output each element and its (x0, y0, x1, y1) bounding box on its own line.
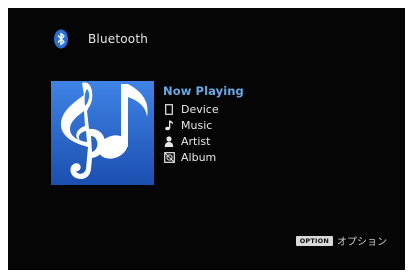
music-label: Music (181, 118, 213, 132)
device-icon (163, 103, 175, 115)
info-row-music: Music (163, 117, 244, 133)
option-hint: OPTION オプション (295, 233, 387, 248)
source-label: Bluetooth (88, 32, 149, 46)
music-note-icon (163, 119, 175, 131)
bluetooth-icon (54, 29, 68, 49)
now-playing-title: Now Playing (163, 84, 244, 98)
info-row-album: Album (163, 149, 244, 165)
now-playing-screen: Bluetooth Now Playing Device Music Artis… (8, 8, 405, 270)
album-icon (163, 151, 175, 163)
info-row-artist: Artist (163, 133, 244, 149)
device-label: Device (181, 102, 219, 116)
now-playing-panel: Now Playing Device Music Artist Album (163, 84, 244, 165)
info-row-device: Device (163, 101, 244, 117)
option-text: オプション (337, 237, 387, 248)
option-button[interactable]: OPTION (295, 235, 333, 246)
artist-icon (163, 135, 175, 147)
artist-label: Artist (181, 134, 211, 148)
album-label: Album (181, 150, 217, 164)
album-art (51, 81, 154, 185)
source-header: Bluetooth (52, 29, 148, 49)
